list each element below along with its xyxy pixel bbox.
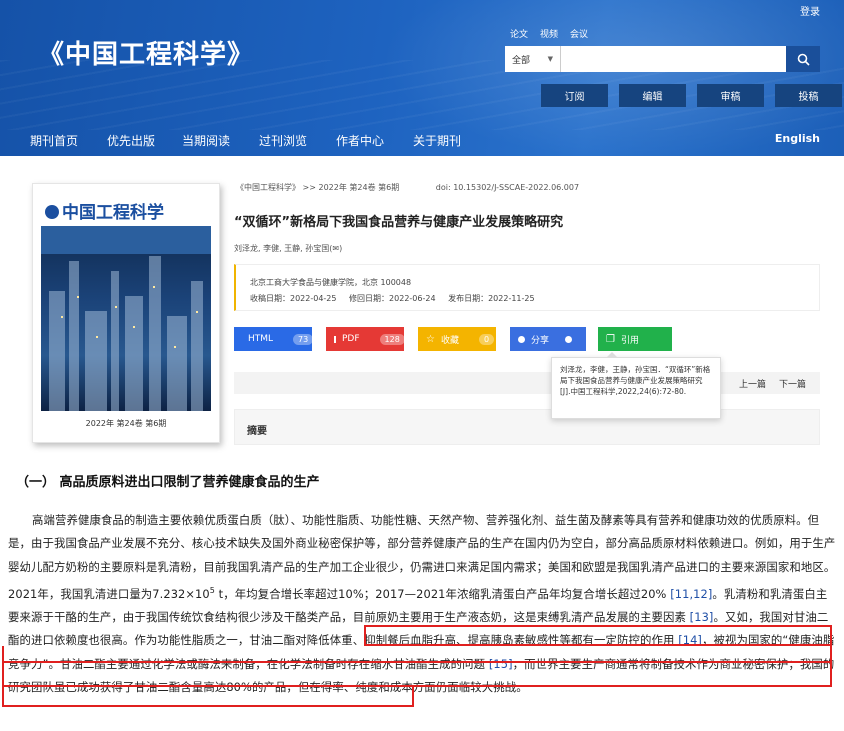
search-bar: 全部 ▼ bbox=[505, 46, 820, 72]
abstract-label: 摘要 bbox=[247, 426, 267, 437]
action-buttons: 订阅 编辑 审稿 投稿 bbox=[541, 84, 842, 107]
cite-label: 引用 bbox=[620, 335, 639, 346]
top-links: 论文 视频 会议 bbox=[510, 27, 588, 40]
cover-title: 中国工程科学 bbox=[45, 198, 164, 223]
star-icon: ☆ bbox=[426, 333, 435, 345]
login-link[interactable]: 登录 bbox=[800, 3, 820, 18]
top-link-papers[interactable]: 论文 bbox=[510, 27, 528, 40]
nav-online-first[interactable]: 优先出版 bbox=[107, 132, 155, 149]
pdf-icon bbox=[334, 335, 336, 343]
share-icon bbox=[518, 335, 525, 343]
pdf-count: 128 bbox=[379, 333, 405, 345]
share-button[interactable]: 分享 bbox=[510, 327, 586, 351]
site-header: 登录 《中国工程科学》 论文 视频 会议 全部 ▼ 订阅 编辑 审稿 投稿 期刊… bbox=[0, 0, 844, 156]
journal-seal-icon bbox=[45, 205, 59, 219]
next-article-link[interactable]: 下一篇 bbox=[779, 377, 806, 390]
favorite-label: 收藏 bbox=[440, 335, 459, 346]
article-title: “双循环”新格局下我国食品营养与健康产业发展策略研究 bbox=[234, 215, 564, 230]
top-link-videos[interactable]: 视频 bbox=[540, 27, 558, 40]
share-toggle-icon bbox=[565, 335, 573, 343]
citation-popup[interactable]: 刘泽龙，李健，王静，孙宝国．“双循环”新格局下我国食品营养与健康产业发展策略研究… bbox=[551, 352, 721, 419]
chevron-down-icon: ▼ bbox=[547, 55, 553, 63]
html-count: 73 bbox=[293, 333, 314, 345]
highlight-box bbox=[364, 625, 832, 646]
nav-current-issue[interactable]: 当期阅读 bbox=[182, 132, 230, 149]
cover-image bbox=[41, 226, 211, 411]
paragraph-text-2: t，年均复合增长率超过10%；2017—2021年浓缩乳清蛋白产品年均复合增长超… bbox=[214, 586, 671, 601]
nav-author-center[interactable]: 作者中心 bbox=[336, 132, 384, 149]
nav-home[interactable]: 期刊首页 bbox=[30, 132, 78, 149]
highlight-box bbox=[2, 685, 414, 707]
favorite-button[interactable]: ☆ 收藏 0 bbox=[418, 327, 496, 351]
search-icon bbox=[797, 53, 810, 66]
editor-button[interactable]: 编辑 bbox=[619, 84, 686, 107]
cover-issue: 2022年 第24卷 第6期 bbox=[85, 419, 167, 428]
prev-article-link[interactable]: 上一篇 bbox=[739, 377, 766, 390]
article-meta: 北京工商大学食品与健康学院，北京 100048 收稿日期：2022-04-25 … bbox=[234, 264, 820, 311]
cover-title-text: 中国工程科学 bbox=[62, 203, 164, 223]
search-scope-value: 全部 bbox=[512, 55, 531, 66]
highlight-box bbox=[2, 661, 832, 687]
subscribe-button[interactable]: 订阅 bbox=[541, 84, 608, 107]
search-input[interactable] bbox=[561, 46, 786, 72]
article-dates: 收稿日期：2022-04-25 修回日期：2022-06-24 发布日期：202… bbox=[250, 293, 545, 304]
share-label: 分享 bbox=[531, 335, 550, 346]
received-date: 收稿日期：2022-04-25 bbox=[250, 294, 337, 303]
affiliation: 北京工商大学食品与健康学院，北京 100048 bbox=[250, 278, 412, 287]
main-nav: 期刊首页 优先出版 当期阅读 过刊浏览 作者中心 关于期刊 English bbox=[0, 124, 844, 156]
nav-archive[interactable]: 过刊浏览 bbox=[259, 132, 307, 149]
pdf-label: PDF bbox=[342, 334, 360, 344]
section-heading: （一） 高品质原料进出口限制了营养健康食品的生产 bbox=[16, 475, 320, 490]
quote-icon: ❐ bbox=[606, 333, 615, 345]
article-pager: 上一篇 下一篇 bbox=[234, 372, 820, 394]
journal-logo[interactable]: 《中国工程科学》 bbox=[38, 34, 254, 71]
journal-cover[interactable]: 中国工程科学 2022年 第24卷 第6期 bbox=[32, 183, 220, 443]
search-scope-select[interactable]: 全部 ▼ bbox=[505, 46, 561, 72]
doi-text: doi: 10.15302/J-SSCAE-2022.06.007 bbox=[435, 183, 580, 192]
abstract-header[interactable]: 摘要 bbox=[234, 409, 820, 445]
author-list[interactable]: 刘泽龙, 李健, 王静, 孙宝国(✉) bbox=[234, 243, 342, 254]
reference-link[interactable]: [13] bbox=[690, 610, 714, 624]
nav-english[interactable]: English bbox=[775, 132, 820, 145]
submit-button[interactable]: 投稿 bbox=[775, 84, 842, 107]
review-button[interactable]: 审稿 bbox=[697, 84, 764, 107]
revised-date: 修回日期：2022-06-24 bbox=[349, 294, 436, 303]
html-button[interactable]: HTML 73 bbox=[234, 327, 314, 351]
breadcrumb-path[interactable]: 《中国工程科学》 >> 2022年 第24卷 第6期 bbox=[236, 183, 399, 192]
search-button[interactable] bbox=[786, 46, 820, 72]
published-date: 发布日期：2022-11-25 bbox=[448, 294, 535, 303]
cite-button[interactable]: ❐ 引用 bbox=[598, 327, 672, 351]
pdf-button[interactable]: PDF 128 bbox=[326, 327, 405, 351]
top-link-meetings[interactable]: 会议 bbox=[570, 27, 588, 40]
favorite-count: 0 bbox=[478, 333, 495, 345]
nav-about[interactable]: 关于期刊 bbox=[413, 132, 461, 149]
breadcrumb: 《中国工程科学》 >> 2022年 第24卷 第6期 doi: 10.15302… bbox=[236, 182, 579, 193]
html-label: HTML bbox=[248, 334, 274, 344]
reference-link[interactable]: [11,12] bbox=[670, 587, 712, 601]
